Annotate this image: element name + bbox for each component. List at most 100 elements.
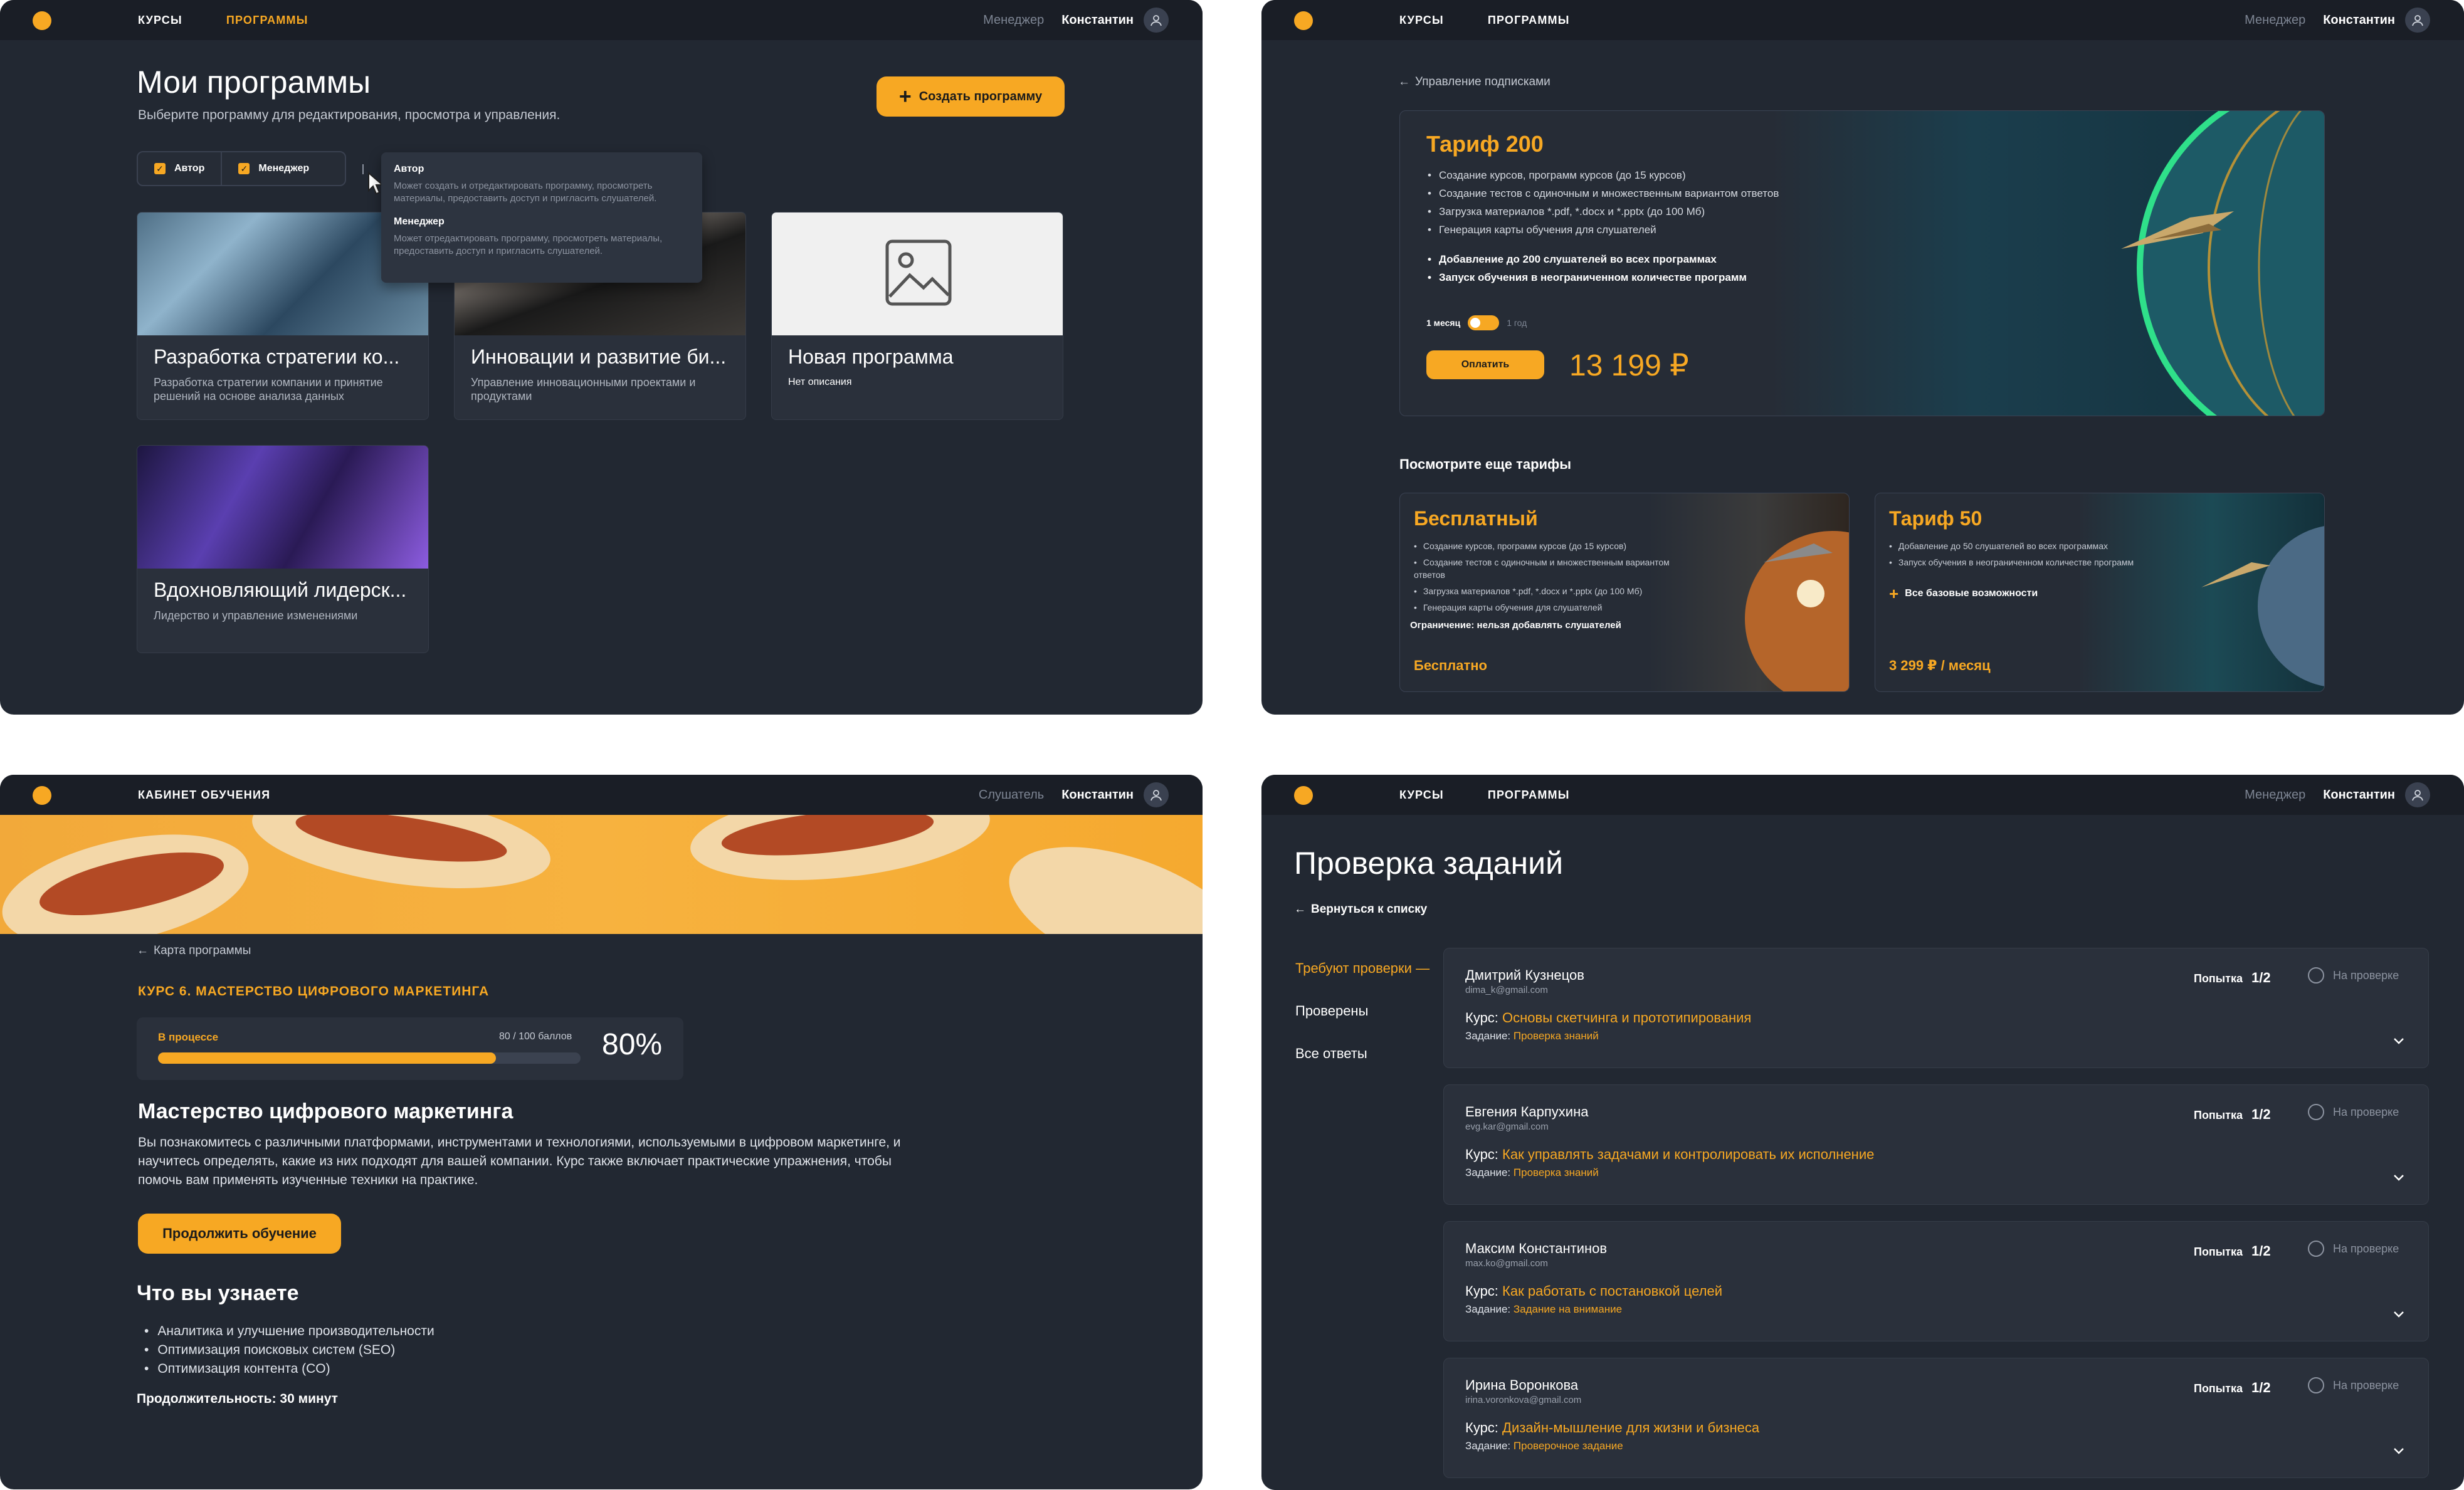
back-link[interactable]: ← Карта программы [137, 944, 251, 958]
radio-icon[interactable] [2308, 1241, 2324, 1257]
student-name: Ирина Воронкова [1465, 1377, 1579, 1393]
nav-programs[interactable]: ПРОГРАММЫ [1488, 14, 1570, 27]
tariff-price: 13 199 ₽ [1569, 349, 1689, 382]
student-email: max.ko@gmail.com [1465, 1258, 1548, 1269]
sidebar-item-checked[interactable]: Проверены [1295, 1003, 1368, 1019]
top-bar: КУРСЫ ПРОГРАММЫ Менеджер Константин [1261, 775, 2464, 815]
sidebar-item-all[interactable]: Все ответы [1295, 1046, 1367, 1062]
tariff-card-50[interactable]: Тариф 50 Добавление до 50 слушателей во … [1875, 493, 2325, 692]
user-name[interactable]: Константин [1061, 788, 1134, 802]
sidebar-item-pending[interactable]: Требуют проверки — [1295, 960, 1429, 977]
subscriptions-panel: КУРСЫ ПРОГРАММЫ Менеджер Константин ← Упр… [1261, 0, 2464, 715]
user-icon[interactable] [2405, 8, 2430, 33]
planet-illustration [2201, 526, 2324, 686]
role-tooltip: Автор Может создать и отредактировать пр… [381, 152, 702, 283]
logo[interactable] [33, 786, 51, 805]
tooltip-title: Менеджер [394, 216, 445, 227]
progress-status: В процессе [158, 1031, 219, 1043]
nav-cabinet[interactable]: КАБИНЕТ ОБУЧЕНИЯ [138, 789, 270, 802]
review-status[interactable]: На проверке [2308, 1377, 2399, 1393]
course-description: Вы познакомитесь с различными платформам… [138, 1135, 901, 1187]
task-card[interactable]: Евгения Карпухина evg.kar@gmail.com Попы… [1443, 1084, 2429, 1205]
radio-icon[interactable] [2308, 967, 2324, 984]
feature-item: Загрузка материалов *.pdf, *.docx и *.pp… [1428, 202, 1779, 221]
toggle-label-year: 1 год [1507, 318, 1527, 328]
course-duration: Продолжительность: 30 минут [137, 1392, 338, 1406]
role-switch[interactable]: Менеджер [2245, 788, 2305, 802]
nav-programs[interactable]: ПРОГРАММЫ [226, 14, 308, 27]
program-desc: Нет описания [788, 377, 852, 387]
user-name[interactable]: Константин [2323, 13, 2395, 28]
radio-icon[interactable] [2308, 1104, 2324, 1120]
top-bar: КУРСЫ ПРОГРАММЫ Менеджер Константин [0, 0, 1203, 40]
info-icon[interactable] [362, 164, 366, 174]
chevron-down-icon[interactable] [2392, 1444, 2406, 1457]
task-card[interactable]: Дмитрий Кузнецов dima_k@gmail.com Попытк… [1443, 948, 2429, 1068]
user-icon[interactable] [2405, 782, 2430, 807]
feature-item: Загрузка материалов *.pdf, *.docx и *.pp… [1414, 585, 1677, 597]
highlight-item: Добавление до 200 слушателей во всех про… [1428, 250, 1747, 268]
image-placeholder-icon [885, 239, 952, 306]
program-title: Новая программа [788, 345, 954, 368]
create-program-button[interactable]: + Создать программу [877, 76, 1065, 117]
role-switch[interactable]: Менеджер [983, 13, 1044, 28]
tariff-card-free[interactable]: Бесплатный Создание курсов, программ кур… [1399, 493, 1850, 692]
spaceship-illustration [2121, 211, 2234, 249]
radio-icon[interactable] [2308, 1377, 2324, 1393]
base-features: + Все базовые возможности [1889, 584, 2038, 603]
feature-list: Создание курсов, программ курсов (до 15 … [1414, 540, 1677, 617]
feature-item: Создание тестов с одиночным и множествен… [1428, 184, 1779, 202]
user-icon[interactable] [1144, 8, 1169, 33]
program-desc: Разработка стратегии компании и принятие… [154, 376, 383, 402]
role-switch[interactable]: Слушатель [979, 788, 1044, 802]
continue-learning-button[interactable]: Продолжить обучение [138, 1214, 341, 1254]
feature-list: Добавление до 50 слушателей во всех прог… [1889, 540, 2152, 572]
nav-courses[interactable]: КУРСЫ [138, 14, 182, 27]
back-link[interactable]: ← Вернуться к списку [1294, 903, 1427, 916]
user-name[interactable]: Константин [2323, 788, 2395, 802]
back-link[interactable]: ← Управление подписками [1398, 75, 1551, 89]
progress-card: В процессе 80 / 100 баллов 80% [137, 1017, 683, 1080]
program-card[interactable]: Вдохновляющий лидерск... Лидерство и упр… [137, 445, 429, 653]
logo[interactable] [1294, 786, 1313, 805]
logo[interactable] [1294, 11, 1313, 30]
feature-item: Создание курсов, программ курсов (до 15 … [1428, 166, 1779, 184]
billing-period-toggle[interactable]: 1 месяц 1 год [1426, 315, 1527, 330]
pay-button[interactable]: Оплатить [1426, 350, 1544, 379]
progress-fill [158, 1052, 497, 1064]
tariff-price: 3 299 ₽ / месяц [1889, 658, 1991, 673]
user-icon[interactable] [1144, 782, 1169, 807]
nav-programs[interactable]: ПРОГРАММЫ [1488, 789, 1570, 802]
toggle-label-month: 1 месяц [1426, 318, 1461, 328]
role-switch[interactable]: Менеджер [2245, 13, 2305, 28]
task-name: Задание: Проверка знаний [1465, 1030, 1599, 1042]
chevron-down-icon[interactable] [2392, 1307, 2406, 1321]
chevron-down-icon[interactable] [2392, 1034, 2406, 1047]
task-card[interactable]: Ирина Воронкова irina.voronkova@gmail.co… [1443, 1358, 2429, 1478]
top-bar: КАБИНЕТ ОБУЧЕНИЯ Слушатель Константин [0, 775, 1203, 815]
checkbox-checked-icon[interactable]: ✓ [238, 163, 250, 174]
review-status[interactable]: На проверке [2308, 1241, 2399, 1257]
user-name[interactable]: Константин [1061, 13, 1134, 28]
tariff-price: Бесплатно [1414, 658, 1487, 673]
program-title: Инновации и развитие би... [471, 345, 727, 368]
chevron-down-icon[interactable] [2392, 1170, 2406, 1184]
nav-courses[interactable]: КУРСЫ [1399, 789, 1444, 802]
learn-item: Оптимизация контента (CO) [144, 1360, 434, 1378]
checkbox-checked-icon[interactable]: ✓ [154, 163, 166, 174]
logo[interactable] [33, 11, 51, 30]
plus-icon: + [898, 85, 912, 108]
nav-courses[interactable]: КУРСЫ [1399, 14, 1444, 27]
toggle-switch[interactable] [1468, 315, 1500, 330]
review-status[interactable]: На проверке [2308, 967, 2399, 984]
feature-item: Создание курсов, программ курсов (до 15 … [1414, 540, 1677, 552]
task-course: Курс: Основы скетчинга и прототипировани… [1465, 1010, 1752, 1026]
role-filter: ✓ Автор ✓ Менеджер [137, 151, 346, 186]
feature-item: Добавление до 50 слушателей во всех прог… [1889, 540, 2152, 552]
filter-author[interactable]: ✓ Автор [138, 152, 221, 185]
filter-manager[interactable]: ✓ Менеджер [221, 152, 325, 185]
review-status[interactable]: На проверке [2308, 1104, 2399, 1120]
task-card[interactable]: Максим Константинов max.ko@gmail.com Поп… [1443, 1221, 2429, 1341]
review-panel: КУРСЫ ПРОГРАММЫ Менеджер Константин Пров… [1261, 775, 2464, 1490]
program-card[interactable]: Новая программа Нет описания [771, 212, 1063, 420]
